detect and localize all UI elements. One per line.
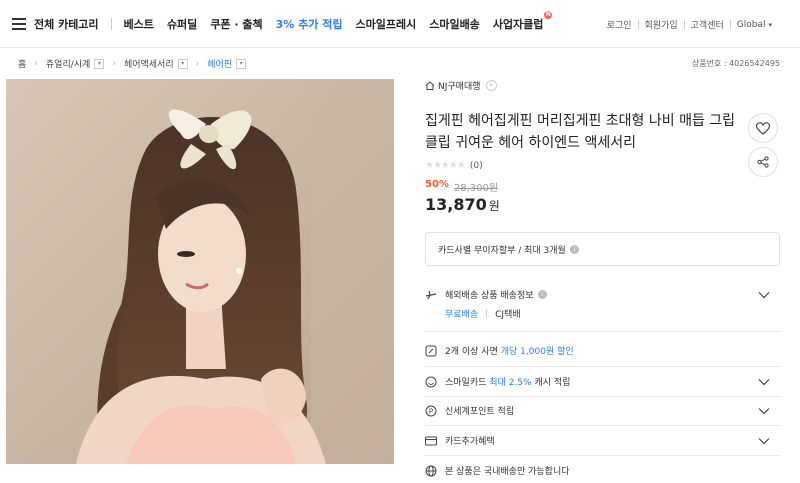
shipping-detail-row: 무료배송 CJ택배 [445,307,780,320]
heart-icon [756,121,770,135]
breadcrumb-jewelry[interactable]: 쥬얼리/시계 [46,57,90,70]
svg-text:P: P [429,407,433,415]
bundle-discount-row: 2개 이상 사면 개당 1,000원 할인 [425,344,780,357]
menu-smile-delivery[interactable]: 스마일배송 [429,16,480,32]
card-benefit-label: 카드추가혜택 [445,437,495,447]
chevron-down-icon [758,378,770,385]
chevron-right-icon: › [485,80,497,91]
ssg-point-label: 신세계포인트 적립 [445,407,515,417]
divider [425,331,780,332]
smile-card-icon [425,376,437,388]
menu-extra-points[interactable]: 3% 추가 적립 [276,16,343,32]
globe-icon [425,465,437,477]
chevron-right-icon: › [195,58,200,69]
info-icon[interactable]: i [537,290,547,299]
discount-tag-icon [425,345,437,357]
store-name: NJ구매대행 [438,82,481,92]
wishlist-button[interactable] [748,113,778,143]
free-shipping-label: 무료배송 [445,310,479,320]
discount-rate: 50% [425,179,449,190]
ssg-point-row[interactable]: P 신세계포인트 적립 [425,404,780,417]
sale-price: 13,870 원 [425,195,780,214]
star-rating-icon: ★★★★★ [425,160,466,171]
share-icon [757,156,769,168]
customer-center-link[interactable]: 고객센터 [691,18,724,31]
card-installment-text: 카드사별 무이자할부 / 최대 3개월 [438,245,566,256]
hamburger-icon[interactable] [12,17,26,30]
chevron-down-icon [758,407,770,414]
share-button[interactable] [748,147,778,177]
breadcrumb: 홈 › 쥬얼리/시계 ▾ › 헤어액세서리 ▾ › 헤어핀 ▾ [18,57,247,70]
currency-label: 원 [488,199,500,213]
product-info-panel: NJ구매대행 › 집게핀 헤어집게핀 머리집게핀 초대형 나비 매듭 그립 클립… [425,79,780,477]
smile-card-post: 캐시 적립 [534,378,571,388]
product-title: 집게핀 헤어집게핀 머리집게핀 초대형 나비 매듭 그립 클립 귀여운 헤어 하… [425,113,736,151]
shipping-label: 해외배송 상품 배송정보 [445,291,534,301]
store-link[interactable]: NJ구매대행 › [425,79,497,92]
menu-smile-fresh[interactable]: 스마일프레시 [355,16,416,32]
breadcrumb-hair-accessory[interactable]: 헤어액세서리 [124,57,174,70]
dropdown-icon[interactable]: ▾ [94,58,105,69]
smile-card-highlight: 최대 2.5% [489,378,532,388]
divider [425,425,780,426]
dropdown-icon[interactable]: ▾ [177,58,188,69]
breadcrumb-home[interactable]: 홈 [18,57,26,70]
domestic-only-label: 본 상품은 국내배송만 가능합니다 [445,467,570,477]
bundle-pre: 2개 이상 사면 [445,347,498,357]
main-menu: 베스트 슈퍼딜 쿠폰 · 출첵 3% 추가 적립 스마일프레시 스마일배송 사업… [124,10,553,32]
sale-price-value: 13,870 [425,195,487,214]
menu-coupon[interactable]: 쿠폰 · 출첵 [210,16,262,32]
domestic-only-row: 본 상품은 국내배송만 가능합니다 [425,464,780,477]
menu-superdeal[interactable]: 슈퍼딜 [167,16,197,32]
chevron-down-icon [758,437,770,444]
business-club-label: 사업자클럽 [492,17,544,31]
chevron-right-icon: › [34,58,38,69]
login-link[interactable]: 로그인 [607,18,632,31]
nav-divider [110,17,112,30]
chevron-down-icon [758,291,770,298]
signup-link[interactable]: 회원가입 [645,18,678,31]
home-icon [425,81,435,90]
utility-links: 로그인 회원가입 고객센터 Global ▾ [607,18,772,32]
divider [425,396,780,397]
info-icon[interactable]: i [569,244,579,254]
top-nav: 전체 카테고리 베스트 슈퍼딜 쿠폰 · 출첵 3% 추가 적립 스마일프레시 … [0,0,800,48]
chevron-down-icon: ▾ [768,20,772,29]
menu-best[interactable]: 베스트 [124,16,154,32]
point-icon: P [425,405,437,417]
rating-row[interactable]: ★★★★★ (0) [425,160,780,171]
new-badge: N [544,10,553,19]
carrier-label: CJ택배 [495,310,521,320]
product-number: 상품번호 : 4026542495 [691,59,780,68]
product-photo-illustration [6,79,394,464]
card-benefit-row[interactable]: 카드추가혜택 [425,434,780,447]
product-image[interactable] [6,79,394,464]
chevron-right-icon: › [112,58,116,69]
original-price: 28,300원 [453,183,499,194]
credit-card-icon [425,435,437,447]
bundle-highlight: 개당 1,000원 할인 [500,347,574,357]
review-count: (0) [469,160,483,171]
global-link[interactable]: Global [737,20,766,30]
smile-card-row[interactable]: 스마일카드 최대 2.5% 캐시 적립 [425,375,780,388]
all-categories-button[interactable]: 전체 카테고리 [34,16,99,32]
dropdown-icon[interactable]: ▾ [236,58,247,69]
breadcrumb-hairpin[interactable]: 헤어핀 [207,57,232,70]
airplane-icon [425,289,437,301]
menu-business-club[interactable]: 사업자클럽 N [492,10,553,32]
discount-row: 50% 28,300원 [425,179,780,194]
smile-card-pre: 스마일카드 [445,378,487,388]
shipping-info-row[interactable]: 해외배송 상품 배송정보 i [425,288,780,301]
card-installment-box[interactable]: 카드사별 무이자할부 / 최대 3개월 i [425,232,780,266]
divider [425,455,780,456]
divider [425,366,780,367]
